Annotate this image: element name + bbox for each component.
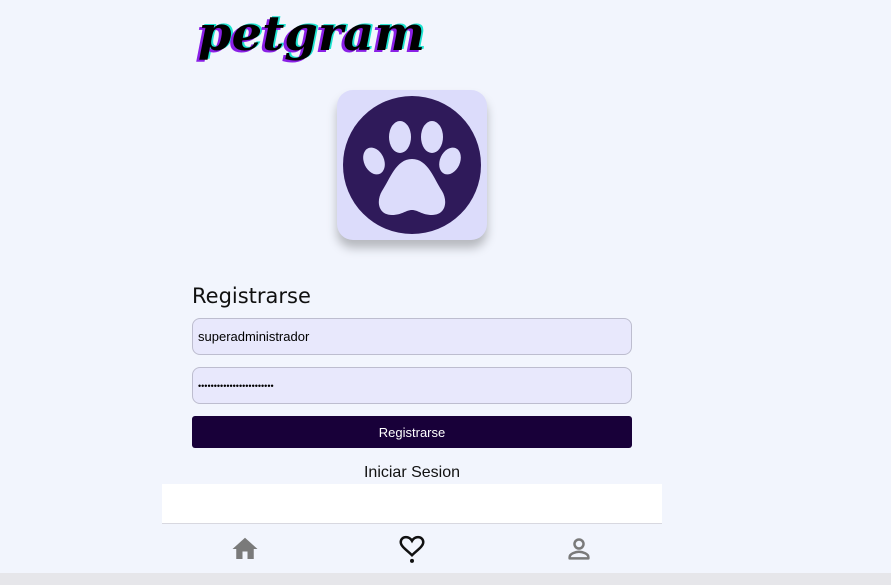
app-viewport: petgram Registrarse ••••••••••••••••••••… (0, 0, 891, 585)
password-mask: •••••••••••••••••••••••• (198, 380, 274, 391)
nav-favorites[interactable] (382, 524, 442, 583)
home-icon (232, 537, 258, 559)
username-input[interactable] (192, 318, 632, 355)
login-link[interactable]: Iniciar Sesion (192, 464, 632, 482)
nav-profile[interactable] (549, 524, 609, 574)
password-input[interactable]: •••••••••••••••••••••••• (192, 367, 632, 404)
form-title: Registrarse (192, 284, 311, 308)
content-spacer (162, 484, 662, 524)
profile-avatar (337, 90, 487, 240)
user-icon (568, 537, 590, 560)
nav-home[interactable] (215, 524, 275, 574)
bottom-navbar (162, 523, 662, 583)
app-logo[interactable]: petgram (198, 4, 425, 64)
register-button[interactable]: Registrarse (192, 416, 632, 448)
heart-icon (399, 535, 425, 563)
browser-bottom-bar (0, 573, 891, 585)
paw-icon (343, 96, 481, 234)
